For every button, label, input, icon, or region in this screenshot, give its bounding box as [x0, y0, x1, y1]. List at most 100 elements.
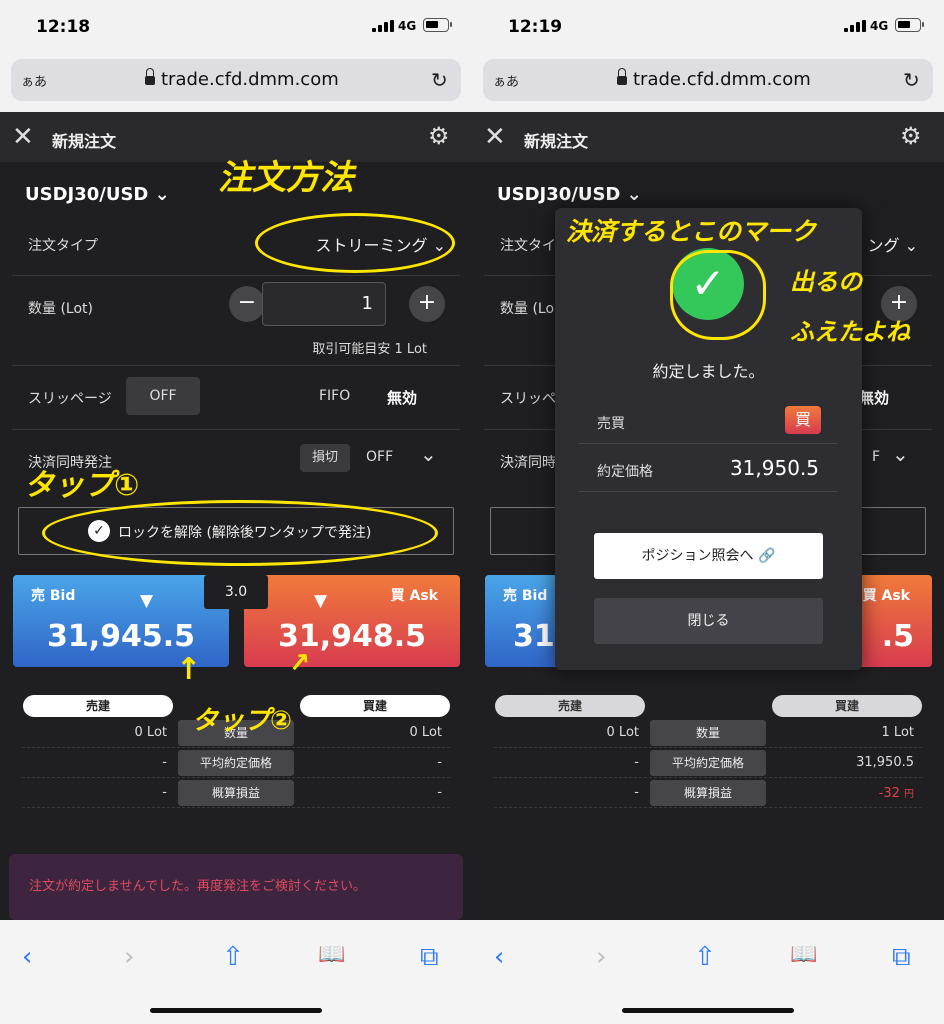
buy-avg-price: -	[437, 755, 442, 770]
right-screen: 12:19 4G ぁあ trade.cfd.dmm.com ↻ ✕ 新規注文 ⚙…	[472, 0, 944, 1024]
spread-value: 3.0	[204, 575, 268, 609]
quantity-label: 数量 (Lot)	[28, 301, 93, 317]
browser-toolbar: ‹ › ⇧ 📖 ⧉	[0, 920, 472, 1024]
status-time: 12:18	[36, 17, 91, 37]
chevron-down-icon[interactable]: ⌄	[420, 442, 437, 466]
price-row: 約定価格 31,950.5	[579, 448, 837, 492]
share-icon[interactable]: ⇧	[694, 942, 716, 972]
url-bar[interactable]: ぁあ trade.cfd.dmm.com ↻	[11, 59, 461, 101]
row-label: 平均約定価格	[178, 750, 294, 776]
ask-label: 買 Ask	[862, 588, 910, 604]
sell-header: 売建	[23, 695, 173, 717]
share-icon[interactable]: ⇧	[222, 942, 244, 972]
forward-icon[interactable]: ›	[596, 942, 606, 972]
signal-icon	[844, 20, 866, 32]
settlement-value: F	[872, 449, 881, 465]
sell-quantity: 0 Lot	[134, 725, 167, 740]
back-icon[interactable]: ‹	[22, 942, 32, 972]
annotation-increased: ふえたよね	[790, 318, 910, 346]
settlement-value: OFF	[366, 449, 394, 465]
home-indicator	[622, 1008, 794, 1013]
left-screen: 12:18 4G ぁあ trade.cfd.dmm.com ↻ ✕ 新規注文 ⚙…	[0, 0, 472, 1024]
ask-price: 31,948.5	[277, 619, 427, 654]
page-title: 新規注文	[524, 132, 589, 151]
bookmarks-icon[interactable]: 📖	[318, 942, 345, 967]
annotation-tap2: タップ②	[192, 706, 293, 736]
down-triangle-icon: ▼	[140, 591, 154, 611]
close-button[interactable]: 閉じる	[594, 598, 823, 644]
bid-price: 31,945.5	[46, 619, 196, 654]
page-title: 新規注文	[52, 132, 117, 151]
fifo-label: FIFO	[319, 388, 351, 404]
reload-icon[interactable]: ↻	[903, 68, 920, 92]
order-type-label: 注文タイプ	[28, 238, 98, 254]
annotation-arrow: ↑	[176, 652, 202, 687]
signal-icon	[372, 20, 394, 32]
position-inquiry-button[interactable]: ポジション照会へ 🔗	[594, 533, 823, 579]
available-lots: 取引可能目安 1 Lot	[312, 342, 427, 357]
network-label: 4G	[870, 19, 889, 33]
buy-avg-price: 31,950.5	[856, 755, 914, 770]
sell-pnl: -	[634, 785, 639, 800]
sell-header: 売建	[495, 695, 645, 717]
table-row: - 概算損益 -	[22, 778, 450, 808]
text-size-button[interactable]: ぁあ	[21, 71, 47, 90]
home-indicator	[150, 1008, 322, 1013]
annotation-circle	[42, 500, 438, 566]
price-label: 約定価格	[597, 464, 653, 480]
buy-quantity: 1 Lot	[881, 725, 914, 740]
quantity-minus-button[interactable]: −	[229, 286, 265, 322]
row-label: 概算損益	[178, 780, 294, 806]
forward-icon[interactable]: ›	[124, 942, 134, 972]
table-row: - 平均約定価格 31,950.5	[494, 748, 922, 778]
url-text[interactable]: trade.cfd.dmm.com	[633, 69, 811, 90]
text-size-button[interactable]: ぁあ	[493, 71, 519, 90]
gear-icon[interactable]: ⚙	[900, 122, 922, 150]
order-type-select[interactable]: ング ⌄	[868, 232, 919, 256]
quantity-plus-button[interactable]: +	[409, 286, 445, 322]
gear-icon[interactable]: ⚙	[428, 122, 450, 150]
url-text[interactable]: trade.cfd.dmm.com	[161, 69, 339, 90]
table-row: 0 Lot 数量 1 Lot	[494, 718, 922, 748]
status-bar: 12:19 4G	[472, 0, 944, 56]
error-message: 注文が約定しませんでした。再度発注をご検討ください。	[9, 854, 463, 920]
browser-url-area: ぁあ trade.cfd.dmm.com ↻	[0, 56, 472, 112]
battery-icon	[423, 18, 452, 32]
fifo-value: 無効	[387, 389, 418, 407]
status-bar: 12:18 4G	[0, 0, 472, 56]
annotation-circle	[255, 213, 455, 273]
tabs-icon[interactable]: ⧉	[420, 942, 439, 973]
tabs-icon[interactable]: ⧉	[892, 942, 911, 973]
chevron-down-icon[interactable]: ⌄	[892, 442, 909, 466]
back-icon[interactable]: ‹	[494, 942, 504, 972]
bid-label: 売 Bid	[31, 588, 76, 604]
table-row: - 概算損益 -32 円	[494, 778, 922, 808]
status-time: 12:19	[508, 17, 563, 37]
buy-header: 買建	[300, 695, 450, 717]
slippage-label: スリッページ	[28, 391, 112, 407]
bookmarks-icon[interactable]: 📖	[790, 942, 817, 967]
order-type-label: 注文タイ	[500, 238, 556, 254]
symbol-selector[interactable]: USDJ30/USD ⌄	[25, 184, 170, 205]
quantity-label: 数量 (Lo	[500, 301, 555, 317]
buy-pnl: -	[437, 785, 442, 800]
settlement-label: 決済同時	[500, 455, 556, 471]
quantity-input[interactable]: 1	[262, 282, 386, 326]
buy-header: 買建	[772, 695, 922, 717]
url-bar[interactable]: ぁあ trade.cfd.dmm.com ↻	[483, 59, 933, 101]
symbol-selector[interactable]: USDJ30/USD ⌄	[497, 184, 642, 205]
stop-loss-tag: 損切	[300, 444, 350, 472]
network-label: 4G	[398, 19, 417, 33]
reload-icon[interactable]: ↻	[431, 68, 448, 92]
slippage-toggle[interactable]: OFF	[126, 377, 200, 415]
side-row: 売買 買	[579, 400, 837, 444]
buy-pnl: -32 円	[878, 786, 914, 801]
side-label: 売買	[597, 416, 625, 432]
annotation-appears: 出るの	[790, 268, 862, 296]
sell-avg-price: -	[634, 755, 639, 770]
close-icon[interactable]: ✕	[12, 122, 34, 152]
close-icon[interactable]: ✕	[484, 122, 506, 152]
browser-url-area: ぁあ trade.cfd.dmm.com ↻	[472, 56, 944, 112]
ask-button[interactable]: ▼ 買 Ask 31,948.5	[244, 575, 460, 667]
bid-label: 売 Bid	[503, 588, 548, 604]
